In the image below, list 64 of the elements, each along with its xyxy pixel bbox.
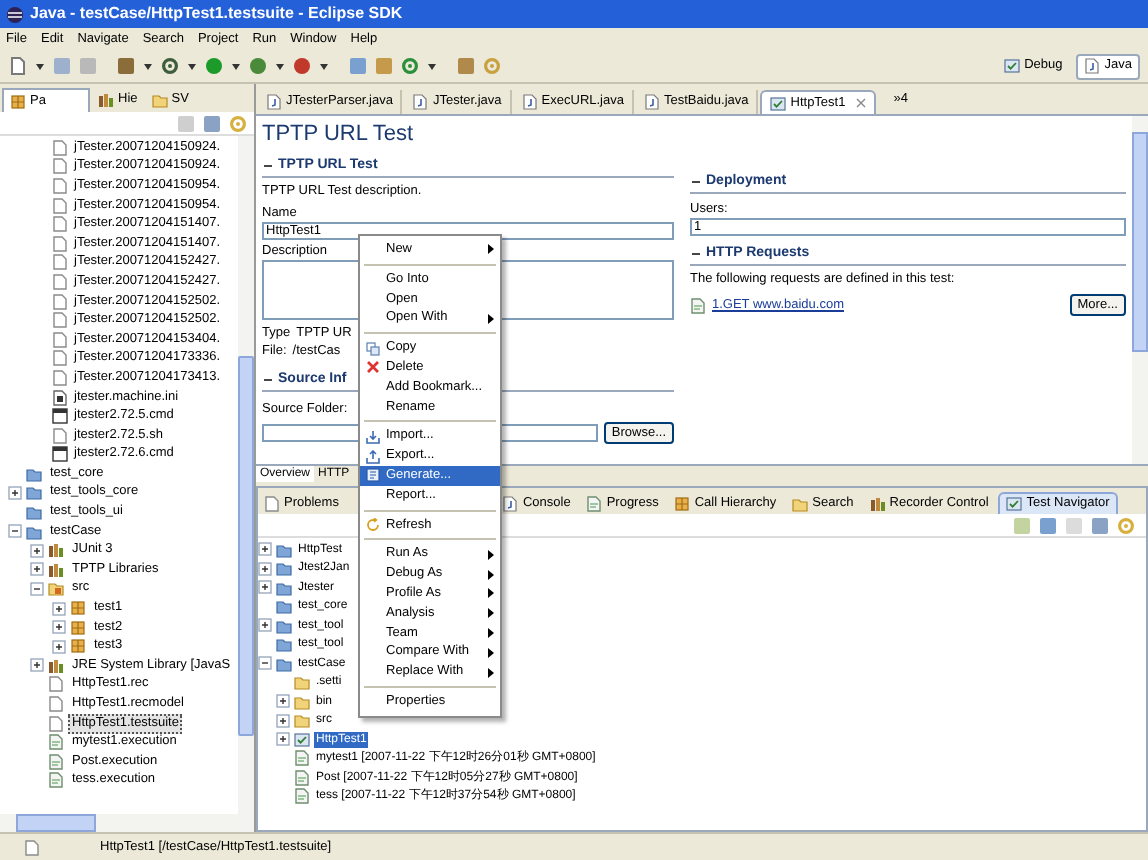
java-file-icon	[266, 94, 282, 110]
file-icon	[52, 427, 68, 444]
expand-icon[interactable]	[258, 542, 272, 557]
export-icon	[366, 449, 380, 464]
test-icon	[770, 95, 787, 111]
caret-icon[interactable]	[320, 63, 328, 69]
library-icon	[48, 657, 64, 674]
folder-icon	[151, 92, 168, 108]
expand-icon[interactable]	[258, 561, 272, 576]
caret-icon[interactable]	[232, 63, 240, 69]
expand-icon[interactable]	[258, 618, 272, 633]
new-file-icon[interactable]	[8, 56, 28, 76]
java-file-icon	[643, 94, 660, 110]
terminal-icon	[52, 408, 68, 425]
collapse-icon[interactable]	[8, 524, 22, 539]
collapse-icon[interactable]	[262, 373, 274, 385]
expand-icon[interactable]	[276, 713, 290, 728]
folder-icon	[792, 495, 809, 511]
generate-icon	[366, 468, 380, 483]
collapse-icon[interactable]	[690, 247, 702, 259]
collapse-icon[interactable]	[262, 159, 274, 171]
document-icon	[586, 495, 603, 511]
caret-icon[interactable]	[144, 63, 152, 69]
expand-icon[interactable]	[258, 580, 272, 595]
file-icon	[264, 495, 280, 511]
library-icon	[869, 495, 886, 511]
expand-icon[interactable]	[276, 732, 290, 747]
form-title: TPTP URL Test	[262, 122, 414, 148]
expand-icon[interactable]	[30, 543, 44, 558]
collapse-icon[interactable]	[258, 656, 272, 671]
settings-file-icon	[52, 389, 68, 406]
expand-icon[interactable]	[52, 639, 66, 654]
java-file-icon	[1084, 58, 1101, 74]
expand-icon[interactable]	[52, 601, 66, 616]
caret-icon[interactable]	[36, 63, 44, 69]
collapse-icon[interactable]	[30, 581, 44, 596]
close-icon[interactable]	[855, 98, 866, 108]
java-file-icon	[412, 94, 429, 110]
test-icon	[1006, 496, 1023, 512]
expand-icon[interactable]	[30, 658, 44, 673]
java-file-icon	[521, 94, 538, 110]
package-icon	[674, 495, 691, 511]
expand-icon[interactable]	[52, 620, 66, 635]
copy-icon	[366, 341, 380, 356]
expand-icon[interactable]	[30, 562, 44, 577]
package-folder-icon	[48, 580, 64, 597]
package-icon	[10, 93, 26, 109]
test-icon	[1004, 58, 1021, 74]
document-icon	[690, 297, 706, 313]
library-icon	[98, 92, 114, 108]
caret-icon[interactable]	[188, 63, 196, 69]
expand-icon[interactable]	[8, 485, 22, 500]
terminal-icon	[52, 446, 68, 463]
refresh-icon	[366, 517, 380, 532]
import-icon	[366, 429, 380, 444]
test-icon	[294, 731, 310, 748]
caret-icon[interactable]	[428, 63, 436, 69]
expand-icon[interactable]	[276, 694, 290, 709]
delete-icon	[366, 360, 380, 375]
collapse-icon[interactable]	[690, 175, 702, 187]
caret-icon[interactable]	[276, 63, 284, 69]
window-title: Java - testCase/HttpTest1.testsuite - Eclipse SDK	[30, 2, 403, 26]
file-icon	[24, 839, 40, 855]
app-icon	[6, 5, 24, 23]
